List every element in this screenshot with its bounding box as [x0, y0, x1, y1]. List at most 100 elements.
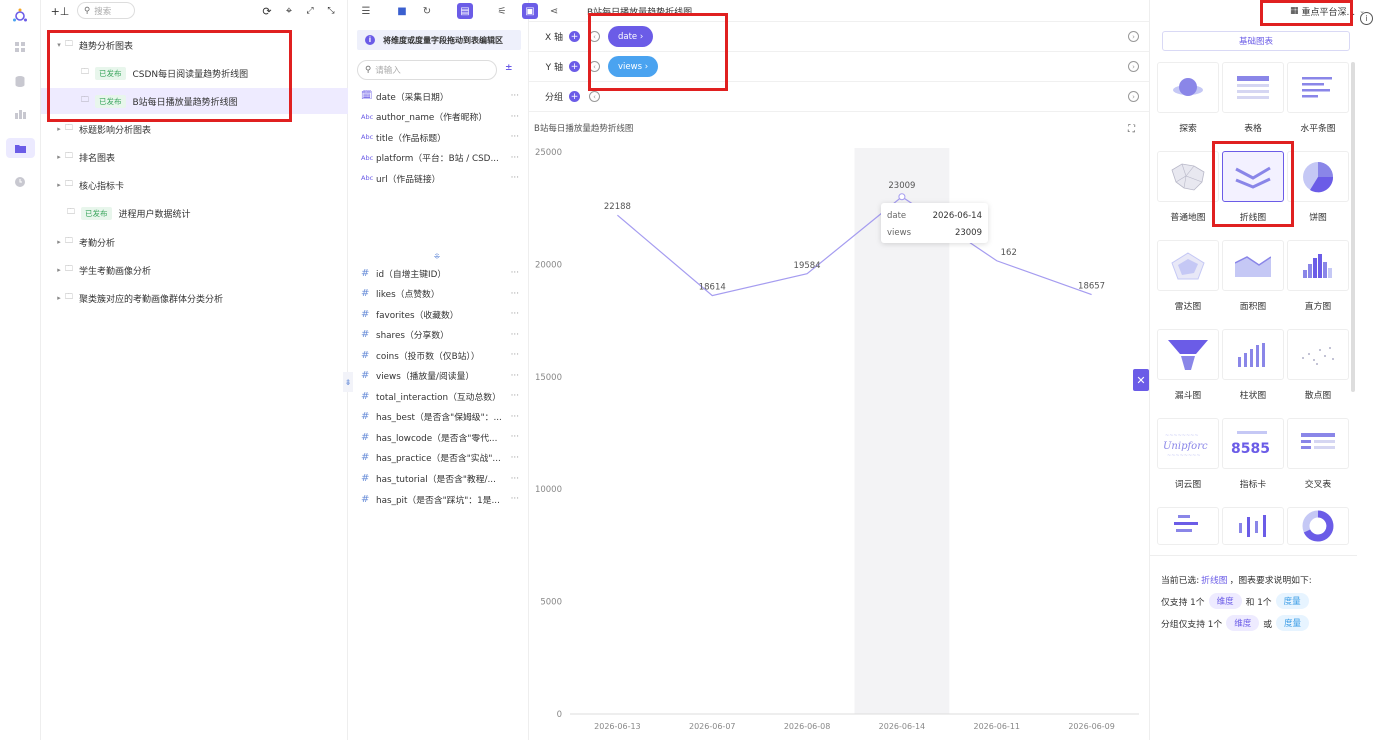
group-add-icon[interactable]: +	[569, 91, 580, 102]
tree-node[interactable]: 🗀 已发布 CSDN每日阅读量趋势折线图	[41, 60, 348, 86]
chart-type-histogram[interactable]	[1287, 240, 1349, 291]
reload-icon[interactable]: ↻	[419, 3, 435, 19]
measure-field[interactable]: # likes（点赞数） ···	[349, 284, 529, 304]
measure-field[interactable]: # favorites（收藏数） ···	[349, 304, 529, 324]
measure-field[interactable]: # total_interaction（互动总数） ···	[349, 386, 529, 406]
more-icon[interactable]: ···	[511, 412, 519, 422]
platform-select[interactable]: ▦ 重点平台深... ⌄	[1285, 2, 1370, 20]
data-view-icon[interactable]: ▤	[457, 3, 473, 19]
y-back-icon[interactable]: ‹	[589, 61, 600, 72]
chart-type-kpi[interactable]: 8585	[1222, 418, 1284, 469]
more-icon[interactable]: ···	[511, 173, 519, 183]
chart-type-wordcloud[interactable]: Unipforc ~~~~~~~~ ~~~~~~~~	[1157, 418, 1219, 469]
measure-field[interactable]: # has_pit（是否含"踩坑"：1是... ···	[349, 489, 529, 509]
group-back-icon[interactable]: ‹	[589, 91, 600, 102]
caret-right-icon[interactable]: ▸	[55, 181, 63, 189]
chart-title[interactable]: B站每日播放量趋势折线图	[587, 5, 692, 18]
tree-search-input[interactable]: ⚲ 搜索	[77, 2, 135, 19]
apps-icon[interactable]	[12, 39, 28, 55]
save-icon[interactable]: ■	[394, 3, 410, 19]
tree-node[interactable]: ▸ 🗀 排名图表	[41, 144, 348, 170]
data-point[interactable]	[898, 193, 906, 201]
caret-right-icon[interactable]: ▸	[55, 125, 63, 133]
more-icon[interactable]: ···	[511, 330, 519, 340]
add-chart-icon[interactable]: +⊥	[51, 3, 70, 19]
dimension-field[interactable]: Abc author_name（作者昵称） ···	[349, 107, 529, 127]
fullscreen-icon[interactable]: ⛶	[1128, 124, 1135, 135]
more-icon[interactable]: ···	[511, 474, 519, 484]
tree-node[interactable]: ▸ 🗀 考勤分析	[41, 229, 348, 255]
measure-field[interactable]: # shares（分享数） ···	[349, 325, 529, 345]
measure-field[interactable]: # has_practice（是否含"实战"... ···	[349, 448, 529, 468]
x-add-icon[interactable]: +	[569, 31, 580, 42]
tree-node[interactable]: 🗀 已发布 B站每日播放量趋势折线图	[41, 88, 348, 114]
tree-node[interactable]: ▾ 🗀 趋势分析图表	[41, 32, 348, 58]
tree-node[interactable]: ▸ 🗀 学生考勤画像分析	[41, 257, 348, 283]
chart-type-donut[interactable]	[1287, 507, 1349, 545]
x-back-icon[interactable]: ‹	[589, 31, 600, 42]
chart-type-bar[interactable]	[1222, 329, 1284, 380]
chart-type-radar[interactable]	[1157, 240, 1219, 291]
chart-type-crosstab[interactable]	[1287, 418, 1349, 469]
more-icon[interactable]: ···	[511, 268, 519, 278]
chart-type-area[interactable]	[1222, 240, 1284, 291]
close-panel-icon[interactable]: ✕	[1133, 369, 1149, 391]
more-icon[interactable]: ···	[511, 91, 519, 101]
group-row-end-icon[interactable]: ›	[1128, 91, 1139, 102]
refresh-icon[interactable]: ⟳	[260, 3, 274, 19]
dimension-field[interactable]: Abc title（作品标题） ···	[349, 127, 529, 147]
chart-type-explore[interactable]	[1157, 62, 1219, 113]
tree-node[interactable]: 🗀 已发布 进程用户数据统计	[41, 200, 348, 226]
chart-type-hbar[interactable]	[1287, 62, 1349, 113]
folder-icon[interactable]	[6, 138, 35, 158]
field-search-input[interactable]: ⚲ 请输入	[357, 60, 497, 80]
splitter-handle[interactable]: ⁜	[425, 252, 449, 262]
more-icon[interactable]: ···	[511, 309, 519, 319]
dimension-field[interactable]: Abc url（作品链接） ···	[349, 168, 529, 188]
expand-all-icon[interactable]: ⤢	[303, 3, 317, 19]
clock-icon[interactable]	[12, 174, 28, 190]
measure-field[interactable]: # coins（投币数（仅B站）） ···	[349, 345, 529, 365]
tree-node[interactable]: ▸ 🗀 核心指标卡	[41, 172, 348, 198]
chart-type-table[interactable]	[1222, 62, 1284, 113]
chart-type-bar2[interactable]	[1222, 507, 1284, 545]
y-field-pill[interactable]: views ›	[608, 56, 659, 77]
dashboard-icon[interactable]	[12, 106, 28, 122]
tree-node[interactable]: ▸ 🗀 标题影响分析图表	[41, 116, 348, 142]
database-icon[interactable]	[12, 73, 28, 89]
more-icon[interactable]: ···	[511, 453, 519, 463]
chart-type-line-chart[interactable]	[1222, 151, 1284, 202]
tab-basic-charts[interactable]: 基础图表	[1162, 31, 1350, 51]
more-icon[interactable]: ···	[511, 132, 519, 142]
more-icon[interactable]: ···	[511, 432, 519, 442]
more-icon[interactable]: ···	[511, 289, 519, 299]
more-icon[interactable]: ···	[511, 153, 519, 163]
dimension-field[interactable]: 🗓 date（采集日期） ···	[349, 86, 529, 106]
chart-type-hbar2[interactable]	[1157, 507, 1219, 545]
chart-type-scatter[interactable]	[1287, 329, 1349, 380]
add-calc-field-icon[interactable]: ±	[505, 63, 513, 73]
more-icon[interactable]: ···	[511, 112, 519, 122]
more-icon[interactable]: ···	[511, 494, 519, 504]
dimension-field[interactable]: Abc platform（平台：B站 / CSD... ···	[349, 148, 529, 168]
x-field-pill[interactable]: date ›	[608, 26, 654, 47]
chart-type-map[interactable]	[1157, 151, 1219, 202]
collapse-handle-icon[interactable]: ⇟	[343, 372, 353, 392]
chart-type-pie[interactable]	[1287, 151, 1349, 202]
caret-right-icon[interactable]: ▸	[55, 266, 63, 274]
filter-icon[interactable]: ⚟	[494, 3, 510, 19]
y-add-icon[interactable]: +	[569, 61, 580, 72]
share-icon[interactable]: ⋖	[546, 3, 562, 19]
caret-right-icon[interactable]: ▸	[55, 294, 63, 302]
measure-field[interactable]: # has_best（是否含"保姆级"：... ···	[349, 407, 529, 427]
collapse-all-icon[interactable]: ⤡	[324, 3, 338, 19]
tree-node[interactable]: ▸ 🗀 聚类簇对应的考勤画像群体分类分析	[41, 285, 348, 311]
logo-icon[interactable]	[12, 8, 28, 24]
caret-right-icon[interactable]: ▸	[55, 238, 63, 246]
measure-field[interactable]: # has_tutorial（是否含"教程/... ···	[349, 469, 529, 489]
measure-field[interactable]: # id（自增主键ID） ···	[349, 263, 529, 283]
x-row-end-icon[interactable]: ›	[1128, 31, 1139, 42]
caret-down-icon[interactable]: ▾	[55, 41, 63, 49]
y-row-end-icon[interactable]: ›	[1128, 61, 1139, 72]
more-icon[interactable]: ···	[511, 350, 519, 360]
